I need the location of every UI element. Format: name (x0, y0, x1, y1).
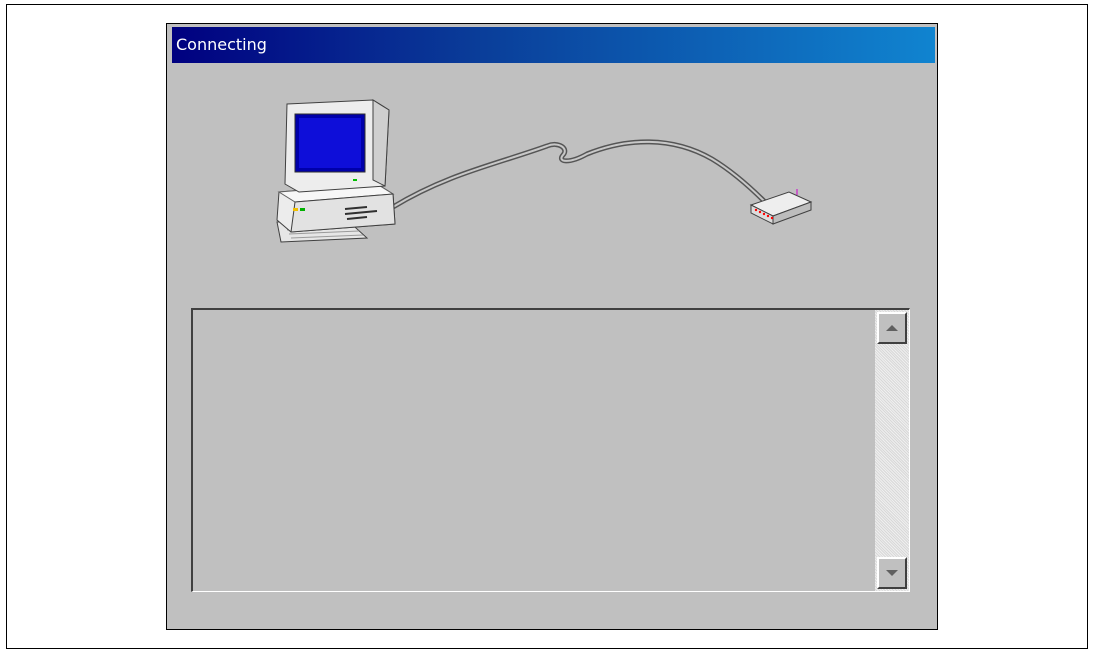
title-bar[interactable]: Connecting (172, 27, 935, 63)
connecting-dialog: Connecting (166, 23, 938, 630)
arrow-up-icon (886, 325, 898, 331)
scroll-up-button[interactable] (877, 312, 907, 344)
computer-icon (276, 99, 396, 243)
cable (390, 139, 768, 210)
vertical-scrollbar[interactable] (875, 310, 909, 591)
arrow-down-icon (886, 570, 898, 576)
window-title: Connecting (176, 35, 267, 54)
modem-icon (749, 189, 813, 225)
status-log[interactable] (191, 308, 910, 592)
status-log-content (193, 310, 875, 591)
scroll-down-button[interactable] (877, 557, 907, 589)
